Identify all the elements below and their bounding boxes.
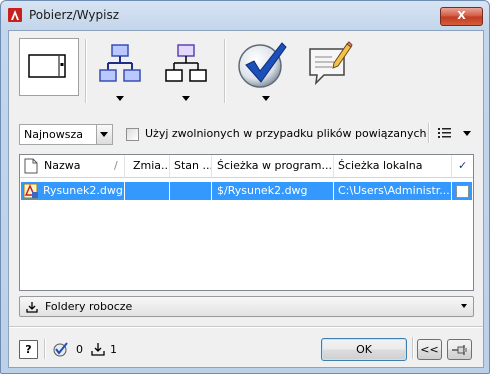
column-header-changed[interactable]: Zmia...	[125, 155, 170, 177]
chevron-down-icon	[461, 304, 467, 308]
column-header-name[interactable]: Nazwa /	[20, 155, 125, 177]
dropdown-arrow-icon	[262, 96, 270, 101]
ok-button[interactable]: OK	[321, 338, 407, 361]
row-checkbox[interactable]	[456, 185, 469, 198]
checked-count: 0	[76, 343, 83, 356]
collapse-button[interactable]: <<	[417, 339, 442, 360]
autocad-logo-icon	[8, 8, 22, 22]
chevron-down-icon	[100, 132, 108, 137]
column-header-vault-path[interactable]: Ścieżka w program...	[212, 155, 334, 177]
dialog-content: Najnowsza Użyj zwolnionych w przypadku p…	[8, 30, 484, 368]
version-select-value: Najnowsza	[24, 128, 83, 141]
column-header-label: Ścieżka w program...	[217, 159, 332, 172]
column-header-label: ✓	[458, 159, 468, 172]
cell-state	[170, 182, 212, 200]
pin-button[interactable]	[447, 339, 472, 360]
status-separator	[44, 339, 46, 359]
column-header-local-path[interactable]: Ścieżka lokalna	[334, 155, 452, 177]
cell-vault-path: $/Rysunek2.dwg	[212, 182, 334, 200]
check-in-dropdown[interactable]	[234, 37, 290, 103]
download-icon	[26, 302, 38, 313]
sort-indicator-icon: /	[114, 159, 118, 172]
chevron-down-icon	[463, 131, 471, 136]
vault-path-text: $/Rysunek2.dwg	[217, 184, 308, 197]
dropdown-arrow-icon	[182, 96, 190, 101]
cell-name: Rysunek2.dwg	[21, 182, 125, 200]
version-select-toggle[interactable]	[96, 125, 112, 144]
toolbar-separator	[224, 39, 226, 103]
column-header-label: Stan ...	[174, 159, 212, 172]
button-separator	[412, 337, 414, 359]
dwg-file-icon	[23, 183, 38, 199]
file-name: Rysunek2.dwg	[43, 184, 123, 197]
window-title: Pobierz/Wypisz	[29, 8, 120, 22]
list-view-icon	[438, 128, 451, 138]
document-icon	[24, 158, 38, 174]
download-count: 1	[110, 343, 117, 356]
bottom-separator	[9, 326, 483, 328]
file-tree-dropdown[interactable]	[97, 41, 143, 103]
column-header-state[interactable]: Stan ...	[170, 155, 212, 177]
cell-local-path: C:\Users\Administr...	[334, 182, 452, 200]
pin-icon	[452, 345, 467, 355]
window-layout-icon	[28, 54, 66, 78]
ok-label: OK	[356, 343, 372, 356]
file-tree-outline-dropdown[interactable]	[163, 41, 209, 103]
close-button[interactable]: X	[440, 7, 483, 26]
cell-changed	[125, 182, 170, 200]
select-files-button[interactable]	[19, 38, 79, 96]
dropdown-arrow-icon	[116, 96, 124, 101]
hierarchy-icon	[99, 44, 141, 82]
column-header-check[interactable]: ✓	[452, 155, 473, 177]
header-divider	[20, 177, 473, 178]
column-header-label: Ścieżka lokalna	[338, 159, 423, 172]
checkmark-icon	[238, 42, 287, 88]
table-row[interactable]: Rysunek2.dwg $/Rysunek2.dwg C:\Users\Adm…	[21, 182, 472, 200]
toolbar-separator	[85, 39, 87, 103]
help-label: ?	[25, 343, 32, 356]
download-status-icon	[91, 343, 105, 356]
check-status-icon	[53, 342, 68, 357]
filter-separator	[428, 123, 430, 143]
title-bar[interactable]: Pobierz/Wypisz X	[1, 1, 489, 29]
use-released-checkbox[interactable]	[126, 128, 139, 141]
view-options-button[interactable]	[435, 125, 473, 141]
file-list[interactable]: Nazwa / Zmia... Stan ... Ścieżka w progr…	[19, 154, 474, 291]
column-header-label: Nazwa	[44, 159, 81, 172]
dialog-window: Pobierz/Wypisz X Najnowsza Użyj zwolnion…	[0, 0, 490, 374]
column-header-label: Zmia...	[133, 159, 170, 172]
comment-button[interactable]	[304, 39, 354, 89]
workspace-folders-label: Foldery robocze	[45, 300, 133, 313]
collapse-label: <<	[420, 343, 439, 356]
help-button[interactable]: ?	[19, 340, 38, 359]
version-select[interactable]: Najnowsza	[19, 124, 113, 145]
workspace-folders-dropdown[interactable]: Foldery robocze	[19, 296, 474, 317]
local-path-text: C:\Users\Administr...	[338, 184, 450, 197]
toolbar	[9, 31, 483, 113]
comment-pencil-icon	[309, 41, 353, 86]
use-released-label: Użyj zwolnionych w przypadku plików powi…	[145, 127, 427, 140]
hierarchy-outline-icon	[165, 44, 207, 82]
